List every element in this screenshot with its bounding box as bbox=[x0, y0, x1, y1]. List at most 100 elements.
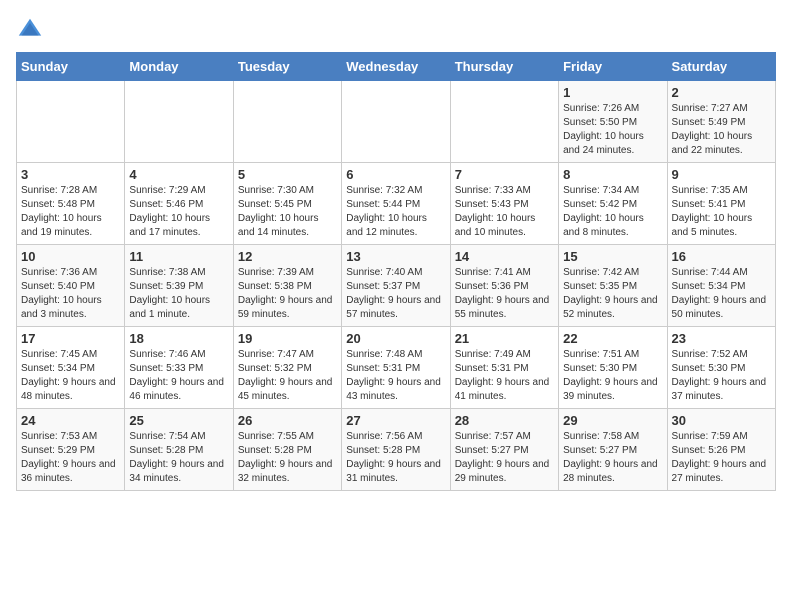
day-number: 13 bbox=[346, 249, 445, 264]
day-number: 21 bbox=[455, 331, 554, 346]
day-number: 26 bbox=[238, 413, 337, 428]
day-info: Sunrise: 7:52 AM Sunset: 5:30 PM Dayligh… bbox=[672, 348, 771, 404]
calendar-day-cell bbox=[17, 81, 125, 163]
calendar-day-cell: 8Sunrise: 7:34 AM Sunset: 5:42 PM Daylig… bbox=[559, 163, 667, 245]
day-number: 24 bbox=[21, 413, 120, 428]
day-info: Sunrise: 7:48 AM Sunset: 5:31 PM Dayligh… bbox=[346, 348, 445, 404]
day-number: 28 bbox=[455, 413, 554, 428]
calendar-day-cell: 27 Sunrise: 7:56 AM Sunset: 5:28 PM Dayli… bbox=[342, 409, 450, 491]
day-info: Sunrise: 7:36 AM Sunset: 5:40 PM Dayligh… bbox=[21, 266, 120, 322]
day-number: 20 bbox=[346, 331, 445, 346]
day-info: Sunrise: 7:42 AM Sunset: 5:35 PM Dayligh… bbox=[563, 266, 662, 322]
header-row: SundayMondayTuesdayWednesdayThursdayFrid… bbox=[17, 53, 776, 81]
day-number: 7 bbox=[455, 167, 554, 182]
day-info: Sunrise: 7:32 AM Sunset: 5:44 PM Dayligh… bbox=[346, 184, 445, 240]
day-info: Sunrise: 7:40 AM Sunset: 5:37 PM Dayligh… bbox=[346, 266, 445, 322]
day-number: 22 bbox=[563, 331, 662, 346]
day-info: Sunrise: 7:35 AM Sunset: 5:41 PM Dayligh… bbox=[672, 184, 771, 240]
day-info: Sunrise: 7:29 AM Sunset: 5:46 PM Dayligh… bbox=[129, 184, 228, 240]
day-number: 16 bbox=[672, 249, 771, 264]
day-info: Sunrise: 7:46 AM Sunset: 5:33 PM Dayligh… bbox=[129, 348, 228, 404]
day-number: 17 bbox=[21, 331, 120, 346]
calendar-day-cell bbox=[233, 81, 341, 163]
logo bbox=[16, 16, 48, 44]
day-number: 27 bbox=[346, 413, 445, 428]
calendar-week-row: 3Sunrise: 7:28 AM Sunset: 5:48 PM Daylig… bbox=[17, 163, 776, 245]
day-header: Sunday bbox=[17, 53, 125, 81]
day-info: Sunrise: 7:58 AM Sunset: 5:27 PM Dayligh… bbox=[563, 430, 662, 486]
calendar-day-cell: 24 Sunrise: 7:53 AM Sunset: 5:29 PM Dayli… bbox=[17, 409, 125, 491]
calendar-day-cell: 25 Sunrise: 7:54 AM Sunset: 5:28 PM Dayli… bbox=[125, 409, 233, 491]
calendar-day-cell: 21 Sunrise: 7:49 AM Sunset: 5:31 PM Dayli… bbox=[450, 327, 558, 409]
calendar-day-cell: 7 Sunrise: 7:33 AM Sunset: 5:43 PM Daylig… bbox=[450, 163, 558, 245]
calendar-day-cell: 6Sunrise: 7:32 AM Sunset: 5:44 PM Daylig… bbox=[342, 163, 450, 245]
page-header bbox=[16, 16, 776, 44]
day-number: 15 bbox=[563, 249, 662, 264]
calendar-day-cell: 26 Sunrise: 7:55 AM Sunset: 5:28 PM Dayli… bbox=[233, 409, 341, 491]
calendar-day-cell: 4 Sunrise: 7:29 AM Sunset: 5:46 PM Daylig… bbox=[125, 163, 233, 245]
calendar-day-cell: 13 Sunrise: 7:40 AM Sunset: 5:37 PM Dayli… bbox=[342, 245, 450, 327]
day-info: Sunrise: 7:55 AM Sunset: 5:28 PM Dayligh… bbox=[238, 430, 337, 486]
calendar-day-cell: 16 Sunrise: 7:44 AM Sunset: 5:34 PM Dayli… bbox=[667, 245, 775, 327]
day-info: Sunrise: 7:53 AM Sunset: 5:29 PM Dayligh… bbox=[21, 430, 120, 486]
day-info: Sunrise: 7:49 AM Sunset: 5:31 PM Dayligh… bbox=[455, 348, 554, 404]
day-header: Thursday bbox=[450, 53, 558, 81]
day-number: 29 bbox=[563, 413, 662, 428]
calendar-week-row: 10 Sunrise: 7:36 AM Sunset: 5:40 PM Dayli… bbox=[17, 245, 776, 327]
calendar-day-cell: 30 Sunrise: 7:59 AM Sunset: 5:26 PM Dayli… bbox=[667, 409, 775, 491]
calendar-day-cell: 19 Sunrise: 7:47 AM Sunset: 5:32 PM Dayli… bbox=[233, 327, 341, 409]
day-header: Friday bbox=[559, 53, 667, 81]
calendar-day-cell: 18 Sunrise: 7:46 AM Sunset: 5:33 PM Dayli… bbox=[125, 327, 233, 409]
day-info: Sunrise: 7:57 AM Sunset: 5:27 PM Dayligh… bbox=[455, 430, 554, 486]
day-number: 30 bbox=[672, 413, 771, 428]
day-number: 11 bbox=[129, 249, 228, 264]
calendar-day-cell bbox=[450, 81, 558, 163]
day-info: Sunrise: 7:44 AM Sunset: 5:34 PM Dayligh… bbox=[672, 266, 771, 322]
day-number: 18 bbox=[129, 331, 228, 346]
day-info: Sunrise: 7:39 AM Sunset: 5:38 PM Dayligh… bbox=[238, 266, 337, 322]
calendar-day-cell: 15 Sunrise: 7:42 AM Sunset: 5:35 PM Dayli… bbox=[559, 245, 667, 327]
calendar-week-row: 17 Sunrise: 7:45 AM Sunset: 5:34 PM Dayli… bbox=[17, 327, 776, 409]
calendar-day-cell: 17 Sunrise: 7:45 AM Sunset: 5:34 PM Dayli… bbox=[17, 327, 125, 409]
calendar-day-cell: 20 Sunrise: 7:48 AM Sunset: 5:31 PM Dayli… bbox=[342, 327, 450, 409]
day-number: 10 bbox=[21, 249, 120, 264]
day-info: Sunrise: 7:54 AM Sunset: 5:28 PM Dayligh… bbox=[129, 430, 228, 486]
calendar-day-cell: 1Sunrise: 7:26 AM Sunset: 5:50 PM Daylig… bbox=[559, 81, 667, 163]
day-info: Sunrise: 7:33 AM Sunset: 5:43 PM Dayligh… bbox=[455, 184, 554, 240]
day-header: Monday bbox=[125, 53, 233, 81]
calendar-day-cell: 9 Sunrise: 7:35 AM Sunset: 5:41 PM Daylig… bbox=[667, 163, 775, 245]
day-info: Sunrise: 7:38 AM Sunset: 5:39 PM Dayligh… bbox=[129, 266, 228, 322]
day-number: 9 bbox=[672, 167, 771, 182]
calendar-table: SundayMondayTuesdayWednesdayThursdayFrid… bbox=[16, 52, 776, 491]
day-number: 1 bbox=[563, 85, 662, 100]
logo-icon bbox=[16, 16, 44, 44]
day-info: Sunrise: 7:47 AM Sunset: 5:32 PM Dayligh… bbox=[238, 348, 337, 404]
calendar-day-cell: 2 Sunrise: 7:27 AM Sunset: 5:49 PM Daylig… bbox=[667, 81, 775, 163]
day-info: Sunrise: 7:45 AM Sunset: 5:34 PM Dayligh… bbox=[21, 348, 120, 404]
calendar-week-row: 1Sunrise: 7:26 AM Sunset: 5:50 PM Daylig… bbox=[17, 81, 776, 163]
calendar-day-cell: 3Sunrise: 7:28 AM Sunset: 5:48 PM Daylig… bbox=[17, 163, 125, 245]
day-number: 12 bbox=[238, 249, 337, 264]
calendar-day-cell: 10 Sunrise: 7:36 AM Sunset: 5:40 PM Dayli… bbox=[17, 245, 125, 327]
day-info: Sunrise: 7:51 AM Sunset: 5:30 PM Dayligh… bbox=[563, 348, 662, 404]
day-info: Sunrise: 7:59 AM Sunset: 5:26 PM Dayligh… bbox=[672, 430, 771, 486]
day-info: Sunrise: 7:34 AM Sunset: 5:42 PM Dayligh… bbox=[563, 184, 662, 240]
calendar-day-cell bbox=[342, 81, 450, 163]
day-number: 3 bbox=[21, 167, 120, 182]
day-number: 25 bbox=[129, 413, 228, 428]
day-number: 23 bbox=[672, 331, 771, 346]
day-number: 2 bbox=[672, 85, 771, 100]
day-header: Saturday bbox=[667, 53, 775, 81]
calendar-day-cell bbox=[125, 81, 233, 163]
day-info: Sunrise: 7:41 AM Sunset: 5:36 PM Dayligh… bbox=[455, 266, 554, 322]
day-info: Sunrise: 7:30 AM Sunset: 5:45 PM Dayligh… bbox=[238, 184, 337, 240]
day-number: 5 bbox=[238, 167, 337, 182]
day-number: 19 bbox=[238, 331, 337, 346]
day-number: 14 bbox=[455, 249, 554, 264]
calendar-day-cell: 12 Sunrise: 7:39 AM Sunset: 5:38 PM Dayli… bbox=[233, 245, 341, 327]
day-number: 4 bbox=[129, 167, 228, 182]
day-info: Sunrise: 7:27 AM Sunset: 5:49 PM Dayligh… bbox=[672, 102, 771, 158]
day-info: Sunrise: 7:56 AM Sunset: 5:28 PM Dayligh… bbox=[346, 430, 445, 486]
calendar-day-cell: 14 Sunrise: 7:41 AM Sunset: 5:36 PM Dayli… bbox=[450, 245, 558, 327]
calendar-day-cell: 11 Sunrise: 7:38 AM Sunset: 5:39 PM Dayli… bbox=[125, 245, 233, 327]
